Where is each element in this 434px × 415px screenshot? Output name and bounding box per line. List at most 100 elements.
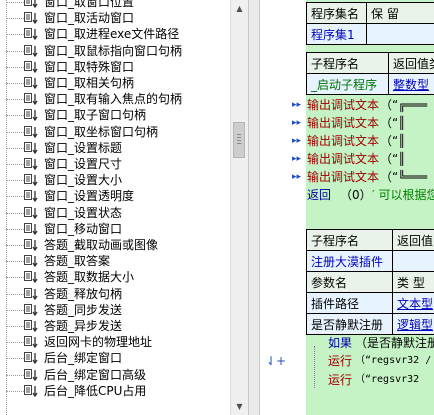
tree-branch-line: [6, 180, 24, 182]
subroutine-icon: [24, 44, 38, 57]
tree-item-label: 答题_同步发送: [44, 302, 123, 317]
tree-item-label: 窗口_移动窗口: [44, 221, 123, 236]
tree-item[interactable]: 答题_释放句柄: [0, 286, 230, 302]
tree-item-label: 答题_释放句柄: [44, 286, 123, 301]
subroutine-name-cell[interactable]: 注册大漠插件: [306, 250, 393, 272]
debug-output-keyword: 输出调试文本: [307, 134, 380, 148]
return-value: （0）: [340, 188, 372, 202]
subroutine-icon: [24, 93, 38, 106]
debug-output-statement[interactable]: ▸▸ 输出调试文本 （“╚═══: [260, 168, 434, 186]
table-header-cell: 保 留: [366, 2, 434, 24]
tree-item[interactable]: 窗口_设置状态: [0, 205, 230, 221]
subroutine-icon: [24, 384, 38, 397]
flow-connector-line: [314, 346, 315, 388]
tree-item[interactable]: 窗口_设置标题: [0, 140, 230, 156]
tree-item-label: 窗口_取特殊窗口: [44, 59, 135, 74]
tree-item-label: 窗口_设置尺寸: [44, 157, 123, 171]
debug-output-statement[interactable]: ▸▸ 输出调试文本 （“║: [260, 114, 434, 132]
execution-arrow-icon: ▸▸: [292, 118, 302, 128]
tree-item[interactable]: 窗口_设置大小: [0, 172, 230, 188]
debug-output-argument: （“║: [380, 152, 406, 166]
tree-item[interactable]: 答题_异步发送: [0, 318, 230, 334]
tree-item[interactable]: 答题_取数据大小: [0, 269, 230, 285]
tree-branch-line: [6, 245, 24, 246]
table-header-cell: 返回值类: [388, 52, 434, 74]
tree-item[interactable]: 答题_同步发送: [0, 302, 230, 318]
scroll-down-arrow-icon[interactable]: ▼: [231, 398, 248, 415]
tree-item[interactable]: 后台_降低CPU占用: [0, 383, 230, 399]
return-type-cell[interactable]: 整数型: [388, 73, 434, 95]
tree-item[interactable]: 窗口_取子窗口句柄: [0, 107, 230, 123]
subroutine-icon: [24, 141, 38, 154]
subroutine-icon: [24, 206, 38, 219]
tree-branch-line: [6, 277, 24, 279]
tree-item[interactable]: 后台_绑定窗口: [0, 350, 230, 366]
tree-item[interactable]: 窗口_取进程exe文件路径: [0, 26, 230, 42]
tree-item-label: 窗口_设置大小: [44, 173, 123, 188]
scrollbar-thumb[interactable]: [233, 122, 245, 158]
tree-item-label: 答题_取数据大小: [44, 270, 135, 285]
program-set-name-cell[interactable]: 程序集1: [306, 23, 367, 45]
subroutine-icon: [24, 60, 38, 73]
fold-toggle-icon[interactable]: ⇃+: [266, 352, 286, 370]
tree-item-label: 后台_绑定窗口: [44, 351, 123, 366]
parameter-type-cell[interactable]: 逻辑型: [392, 313, 434, 335]
tree-item[interactable]: 后台_绑定窗口高级: [0, 367, 230, 383]
tree-branch-line: [6, 66, 24, 68]
debug-output-statement[interactable]: ▸▸ 输出调试文本 （“║: [260, 150, 434, 168]
panel-splitter[interactable]: [248, 0, 260, 415]
tree-item[interactable]: 窗口_取窗口位置: [0, 0, 230, 10]
subroutine-name-cell[interactable]: _启动子程序: [306, 73, 389, 95]
subroutine-icon: [24, 368, 38, 381]
tree-item-label: 窗口_设置标题: [44, 140, 123, 155]
subroutine-icon: [24, 222, 38, 235]
subroutine-icon: [24, 303, 38, 316]
tree-item[interactable]: 窗口_取相关句柄: [0, 75, 230, 91]
tree-branch-line: [6, 147, 24, 149]
code-editor[interactable]: 程序集名 保 留 程序集1 子程序名 返回值类 _启动子程序 整数型 ▸▸ 输出调…: [260, 0, 434, 415]
tree-vertical-scrollbar[interactable]: ▲ ▼: [230, 0, 248, 415]
parameter-type-cell[interactable]: 文本型: [392, 292, 434, 314]
tree-branch-line: [6, 212, 24, 214]
tree-item-label: 窗口_取坐标窗口句柄: [44, 124, 159, 139]
parameter-name-cell[interactable]: 是否静默注册: [306, 313, 393, 335]
table-header-cell: 子程序名: [306, 52, 389, 74]
debug-output-statement[interactable]: ▸▸ 输出调试文本 （“╔═══: [260, 96, 434, 114]
scroll-up-arrow-icon[interactable]: ▲: [231, 0, 248, 17]
tree-item[interactable]: 窗口_取坐标窗口句柄: [0, 124, 230, 140]
return-type-cell[interactable]: [392, 250, 434, 272]
tree-branch-line: [6, 358, 24, 360]
tree-item-label: 窗口_取有输入焦点的句柄: [44, 92, 183, 107]
tree-item[interactable]: 窗口_取有输入焦点的句柄: [0, 91, 230, 107]
subroutine-icon: [24, 0, 38, 8]
debug-output-argument: （“║: [380, 116, 406, 130]
tree-branch-line: [6, 374, 24, 376]
program-set-reserve-cell[interactable]: [366, 23, 434, 45]
run-argument: （“regsvr32 /: [355, 355, 432, 366]
tree-item[interactable]: 答题_截取动画或图像: [0, 237, 230, 253]
tree-branch-line: [6, 50, 24, 52]
tree-item-label: 窗口_设置透明度: [44, 189, 135, 204]
if-condition: （是否静默注册: [355, 336, 434, 350]
table-header-cell: 返回值: [392, 229, 434, 251]
tree-item[interactable]: 返回网卡的物理地址: [0, 334, 230, 350]
parameter-name-cell[interactable]: 插件路径: [306, 292, 393, 314]
tree-item[interactable]: 窗口_移动窗口: [0, 221, 230, 237]
debug-output-argument: （“╚═══: [380, 170, 428, 184]
tree-item[interactable]: 窗口_取鼠标指向窗口句柄: [0, 43, 230, 59]
tree-item[interactable]: 答题_取答案: [0, 253, 230, 269]
execution-arrow-icon: ▸▸: [292, 172, 302, 182]
tree-item-label: 窗口_取窗口位置: [44, 0, 135, 9]
subroutine-icon: [24, 174, 38, 187]
tree-item[interactable]: 窗口_取活动窗口: [0, 10, 230, 26]
subroutine-icon: [24, 352, 38, 365]
tree-item[interactable]: 窗口_设置透明度: [0, 188, 230, 204]
execution-arrow-icon: ▸▸: [292, 136, 302, 146]
tree-item[interactable]: 窗口_设置尺寸: [0, 156, 230, 172]
tree-item[interactable]: 窗口_取特殊窗口: [0, 59, 230, 75]
debug-output-keyword: 输出调试文本: [307, 98, 380, 112]
subroutine-icon: [24, 190, 38, 203]
table-header-cell: 类 型: [392, 271, 434, 293]
run-keyword: 运行: [328, 354, 353, 368]
debug-output-statement[interactable]: ▸▸ 输出调试文本 （“║: [260, 132, 434, 150]
